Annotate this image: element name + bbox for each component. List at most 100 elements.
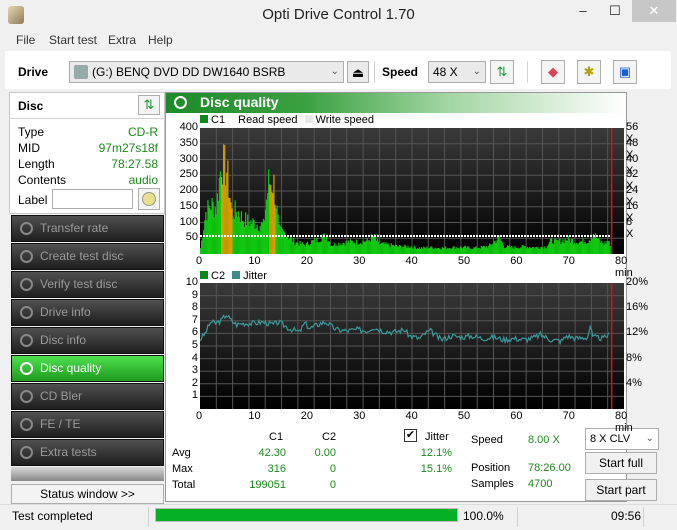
menu-file[interactable]: File [16, 33, 35, 47]
c1-bar [525, 248, 527, 254]
nav-cd-bler[interactable]: CD Bler [11, 383, 164, 410]
c1-bar [327, 241, 329, 254]
c1-bar [265, 199, 268, 254]
nav-drive-info[interactable]: Drive info [11, 299, 164, 326]
c1-bar [405, 245, 407, 254]
c1-bar [328, 241, 331, 254]
nav-fe-te[interactable]: FE / TE [11, 411, 164, 438]
position-label: Position [471, 462, 511, 474]
c1-bar [205, 211, 207, 254]
c1-bar [248, 221, 250, 254]
c1-legend: C1 Read speed Write speed [200, 114, 374, 126]
c2-y-tick: 5 [191, 339, 198, 351]
start-full-button[interactable]: Start full [585, 452, 657, 474]
nav-disc-info[interactable]: Disc info [11, 327, 164, 354]
c1-bar [411, 247, 413, 254]
status-window-button[interactable]: Status window >> [11, 484, 164, 504]
c2-y2-tick: 8% [626, 351, 642, 364]
nav-transfer-rate[interactable]: Transfer rate [11, 215, 164, 242]
c1-bar [558, 240, 560, 254]
nav-create-test-disc[interactable]: Create test disc [11, 243, 164, 270]
c2-y-tick: 7 [191, 313, 198, 326]
c1-bar [531, 247, 533, 254]
erase-button[interactable]: ◆ [541, 60, 565, 84]
disc-length-label: Length [18, 157, 55, 171]
jitter-checkbox[interactable]: ✔ [404, 429, 417, 442]
speed-label: Speed [382, 65, 419, 79]
c1-bar [551, 243, 554, 254]
c1-bar [476, 248, 478, 254]
c1-bar [514, 246, 516, 254]
c1-bar [504, 248, 507, 254]
c1-bar [443, 248, 445, 254]
menu-extra[interactable]: Extra [108, 33, 136, 47]
c1-bar [436, 248, 438, 254]
c1-bar [254, 229, 256, 254]
stats-max-label: Max [172, 463, 193, 475]
disc-label-input[interactable] [52, 189, 133, 209]
c1-bar [506, 245, 509, 254]
c1-bar [392, 244, 394, 254]
disc-refresh-button[interactable]: ⇅ [138, 95, 160, 115]
c1-bar [219, 171, 222, 254]
close-button[interactable]: ✕ [632, 0, 676, 22]
nav-verify-test-disc[interactable]: Verify test disc [11, 271, 164, 298]
c2-y2-tick: 16% [626, 301, 649, 314]
disc-quality-icon [174, 96, 187, 109]
settings-button[interactable]: ✱ [577, 60, 601, 84]
menu-start-test[interactable]: Start test [49, 33, 97, 47]
c1-bar [453, 246, 455, 254]
c1-bar [581, 241, 583, 254]
c1-bar [543, 246, 545, 254]
c1-bar [609, 245, 611, 254]
start-part-button[interactable]: Start part [585, 479, 657, 501]
c1-bar [207, 200, 209, 254]
drive-select[interactable]: (G:) BENQ DVD DD DW1640 BSRB ⌄ [69, 61, 344, 83]
disc-quality-icon [20, 362, 33, 375]
c1-bar [241, 220, 244, 254]
speed-select[interactable]: 48 X ⌄ [428, 61, 486, 83]
c1-bar [324, 239, 326, 254]
c1-bar [418, 247, 421, 254]
menu-bar: File Start test Extra Help [0, 30, 677, 50]
maximize-button[interactable]: ☐ [600, 0, 630, 22]
nav-extra-tests[interactable]: Extra tests [11, 439, 164, 466]
c1-bar [382, 242, 384, 254]
disc-label-button[interactable] [138, 188, 160, 210]
c1-bar [349, 239, 351, 254]
c1-bar [415, 249, 417, 254]
c1-y-tick: 400 [179, 121, 198, 133]
eject-button[interactable]: ⏏ [347, 61, 369, 83]
c1-bar [539, 248, 541, 254]
c1-bar [303, 244, 305, 254]
c1-bar [570, 238, 573, 254]
c1-bar [394, 244, 397, 254]
c1-bar [534, 248, 536, 254]
c1-bar [517, 248, 519, 254]
c1-x-tick: 70 [562, 255, 575, 267]
c1-bar [234, 200, 236, 254]
c1-bar [606, 240, 608, 254]
c1-bar [575, 243, 577, 254]
save-button[interactable]: ▣ [613, 60, 637, 84]
create-disc-icon [20, 250, 33, 263]
menu-help[interactable]: Help [148, 33, 173, 47]
c1-bar [447, 247, 449, 254]
nav-disc-quality[interactable]: Disc quality [11, 355, 164, 382]
c1-bar [472, 249, 474, 254]
disc-contents-value: audio [128, 173, 158, 187]
c1-bar [586, 243, 588, 254]
refresh-button[interactable]: ⇅ [490, 60, 514, 84]
gears-icon: ✱ [583, 64, 595, 79]
chevron-down-icon: ⌄ [472, 66, 481, 77]
c1-bar [293, 238, 295, 254]
c1-bar [459, 246, 461, 254]
c1-bar [500, 240, 502, 254]
c1-bar [542, 248, 544, 254]
c1-bar [544, 248, 546, 254]
c1-bar [294, 245, 296, 254]
stats-max-jitter: 15.1% [420, 463, 452, 475]
c1-y2-tick: 8 X [626, 215, 634, 240]
c1-bar [407, 245, 409, 254]
minimize-button[interactable]: ‒ [568, 0, 598, 22]
